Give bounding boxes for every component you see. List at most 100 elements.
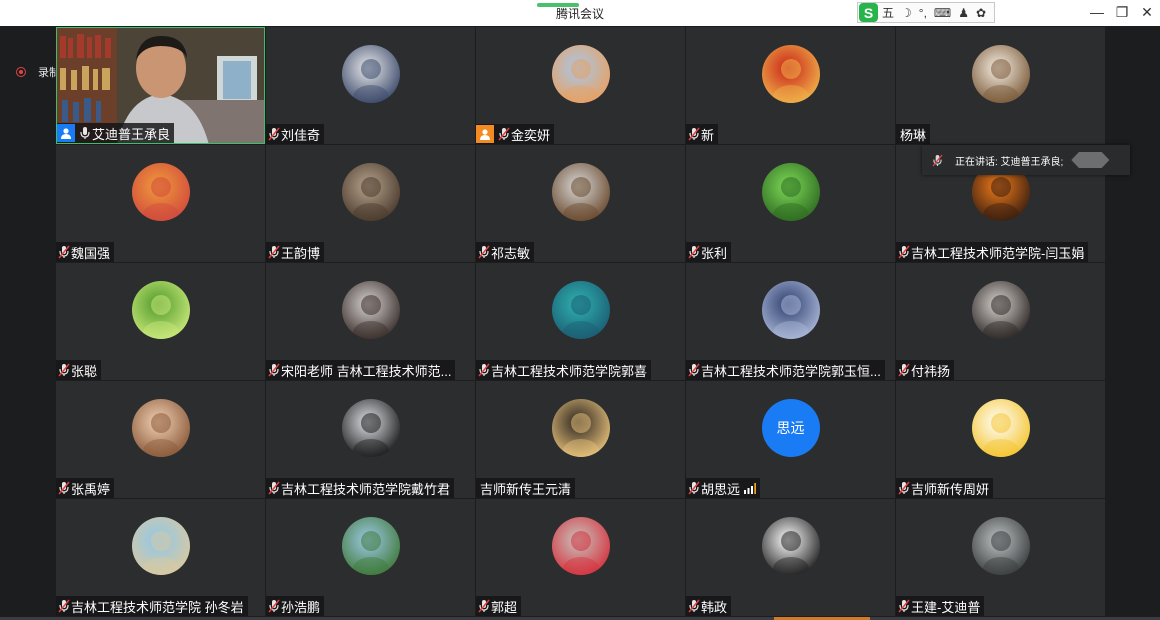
punctuation-icon[interactable]: °, xyxy=(919,6,927,20)
participant-tile[interactable]: 张聪 xyxy=(56,263,265,380)
participant-name: 吉林工程技术师范学院 孙冬岩 xyxy=(71,599,244,615)
microphone-muted-icon[interactable] xyxy=(268,245,280,259)
baby-avatar xyxy=(131,399,190,457)
microphone-muted-icon[interactable] xyxy=(688,127,700,141)
participant-tile[interactable]: 宋阳老师 吉林工程技术师范... xyxy=(266,263,475,380)
speaking-indicator: 正在讲话: 艾迪普王承良; xyxy=(922,145,1130,175)
participant-tile[interactable]: 张禹婷 xyxy=(56,381,265,498)
microphone-icon[interactable] xyxy=(79,126,91,140)
participant-name: 祁志敏 xyxy=(491,245,531,261)
participant-label: 孙浩鹏 xyxy=(266,596,325,616)
participant-name: 吉师新传王元清 xyxy=(480,481,572,497)
close-icon[interactable]: ✕ xyxy=(1137,4,1157,21)
frog-avatar xyxy=(761,163,820,221)
participant-tile[interactable]: 王韵博 xyxy=(266,145,475,262)
participant-label: 吉师新传王元清 xyxy=(476,478,576,498)
participant-label: 吉林工程技术师范学院-闫玉娟 xyxy=(896,242,1089,262)
grid-icon[interactable]: ✿ xyxy=(976,6,986,20)
participant-label: 魏国强 xyxy=(56,242,115,262)
microphone-muted-icon[interactable] xyxy=(898,599,910,613)
participant-tile[interactable]: 新 xyxy=(686,27,895,144)
toast-avatar xyxy=(131,163,190,221)
participant-tile[interactable]: 付祎扬 xyxy=(896,263,1105,380)
participant-name: 吉林工程技术师范学院郭喜 xyxy=(491,363,648,379)
microphone-muted-icon[interactable] xyxy=(498,127,510,141)
participant-label: 杨琳 xyxy=(896,124,931,144)
boy-portrait-avatar xyxy=(341,281,400,339)
participant-tile[interactable]: 艾迪普王承良 xyxy=(56,27,265,144)
microphone-muted-icon[interactable] xyxy=(268,481,280,495)
ime-wubi-mode[interactable]: 五 xyxy=(882,4,894,21)
participant-tile[interactable]: 韩政 xyxy=(686,499,895,616)
participant-name: 张聪 xyxy=(71,363,98,379)
microphone-muted-icon[interactable] xyxy=(58,363,70,377)
microphone-muted-icon[interactable] xyxy=(688,245,700,259)
microphone-muted-icon[interactable] xyxy=(478,599,490,613)
sogou-logo-icon[interactable]: S xyxy=(859,3,878,22)
microphone-muted-icon[interactable] xyxy=(898,481,910,495)
keyboard-icon[interactable]: ⌨ xyxy=(934,6,951,20)
restore-icon[interactable]: ❐ xyxy=(1112,4,1132,21)
participant-tile[interactable]: 金奕妍 xyxy=(476,27,685,144)
participant-label: 吉师新传周妍 xyxy=(896,478,994,498)
microphone-muted-icon[interactable] xyxy=(688,363,700,377)
record-icon xyxy=(16,67,26,77)
microphone-muted-icon[interactable] xyxy=(478,245,490,259)
participant-name: 吉师新传周妍 xyxy=(911,481,990,497)
participant-tile[interactable]: 郭超 xyxy=(476,499,685,616)
participant-tile[interactable]: 吉林工程技术师范学院郭玉恒... xyxy=(686,263,895,380)
girl-cap-avatar xyxy=(971,281,1030,339)
participant-tile[interactable]: 刘佳奇 xyxy=(266,27,475,144)
participant-label: 王韵博 xyxy=(266,242,325,262)
participant-tile[interactable]: 杨琳 xyxy=(896,27,1105,144)
participant-label: 吉林工程技术师范学院郭喜 xyxy=(476,360,652,380)
participant-name: 胡思远 xyxy=(701,481,741,497)
participant-label: 宋阳老师 吉林工程技术师范... xyxy=(266,360,456,380)
participant-label: 新 xyxy=(686,124,719,144)
title-bar: 腾讯会议 S 五 ☽ °, ⌨ ♟ ✿ — ❐ ✕ xyxy=(0,0,1160,26)
participant-tile[interactable]: 魏国强 xyxy=(56,145,265,262)
participant-tile[interactable]: 张利 xyxy=(686,145,895,262)
ime-toolbar[interactable]: S 五 ☽ °, ⌨ ♟ ✿ xyxy=(857,2,995,23)
avatar: 思远 xyxy=(761,399,820,457)
cartoon-face-avatar xyxy=(971,399,1030,457)
microphone-muted-icon[interactable] xyxy=(898,245,910,259)
participant-tile[interactable]: 吉林工程技术师范学院郭喜 xyxy=(476,263,685,380)
microphone-muted-icon[interactable] xyxy=(268,599,280,613)
participant-name: 刘佳奇 xyxy=(281,127,321,143)
cartoon-girl-avatar xyxy=(971,45,1030,103)
blonde-woman-avatar xyxy=(551,399,610,457)
couple-photo-avatar xyxy=(341,163,400,221)
microphone-muted-icon[interactable] xyxy=(58,481,70,495)
participant-label: 金奕妍 xyxy=(476,124,555,144)
moon-icon[interactable]: ☽ xyxy=(901,6,912,20)
participant-label: 王建-艾迪普 xyxy=(896,596,985,616)
microphone-muted-icon[interactable] xyxy=(478,363,490,377)
manga-avatar xyxy=(761,517,820,575)
microphone-muted-icon[interactable] xyxy=(268,127,280,141)
participant-label: 郭超 xyxy=(476,596,522,616)
participant-tile[interactable]: 吉师新传周妍 xyxy=(896,381,1105,498)
participant-tile[interactable]: 思远胡思远 xyxy=(686,381,895,498)
microphone-muted-icon[interactable] xyxy=(688,599,700,613)
participant-name: 吉林工程技术师范学院戴竹君 xyxy=(281,481,451,497)
microphone-muted-icon[interactable] xyxy=(898,363,910,377)
participant-name: 郭超 xyxy=(491,599,518,615)
microphone-muted-icon[interactable] xyxy=(688,481,700,495)
microphone-muted-icon[interactable] xyxy=(58,599,70,613)
participant-tile[interactable]: 祁志敏 xyxy=(476,145,685,262)
microphone-muted-icon[interactable] xyxy=(58,245,70,259)
woman-photo-avatar xyxy=(551,163,610,221)
monster-avatar xyxy=(551,281,610,339)
user-icon[interactable]: ♟ xyxy=(958,6,969,20)
participant-label: 胡思远 xyxy=(686,478,761,498)
minimize-icon[interactable]: — xyxy=(1087,4,1107,20)
microphone-muted-icon[interactable] xyxy=(268,363,280,377)
participant-tile[interactable]: 吉师新传王元清 xyxy=(476,381,685,498)
corridor-avatar xyxy=(971,517,1030,575)
participant-tile[interactable]: 王建-艾迪普 xyxy=(896,499,1105,616)
participant-tile[interactable]: 吉林工程技术师范学院 孙冬岩 xyxy=(56,499,265,616)
participant-tile[interactable]: 孙浩鹏 xyxy=(266,499,475,616)
participant-tile[interactable]: 吉林工程技术师范学院戴竹君 xyxy=(266,381,475,498)
participant-name: 魏国强 xyxy=(71,245,111,261)
